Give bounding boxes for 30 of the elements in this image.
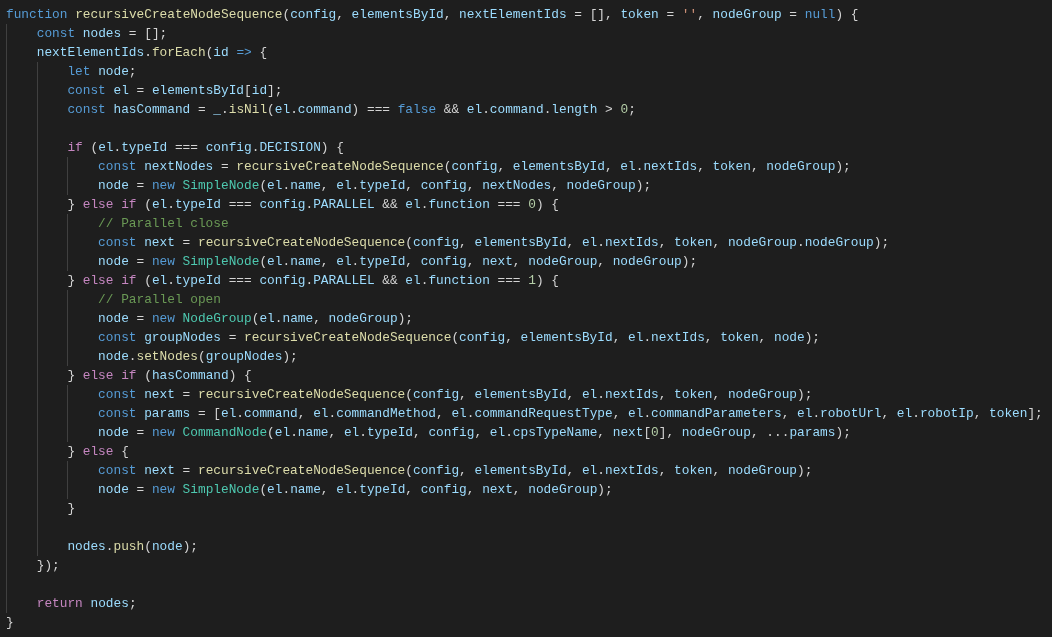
code-line: // Parallel close <box>98 215 229 233</box>
code-line: const hasCommand = _.isNil(el.command) === false && el.command.length > 0; <box>67 101 636 119</box>
code-line: node = new SimpleNode(el.name, el.typeId, config, next, nodeGroup); <box>98 481 613 499</box>
code-line: const next = recursiveCreateNodeSequence(config, elementsById, el.nextIds, token, nodeGroup); <box>98 386 813 404</box>
code-line: const next = recursiveCreateNodeSequence(config, elementsById, el.nextIds, token, nodeGroup); <box>98 462 813 480</box>
code-line: nextElementIds.forEach(id => { <box>36 44 268 62</box>
code-line: nodes.push(node); <box>67 538 198 556</box>
code-line: } else if (el.typeId === config.PARALLEL && el.function === 1) { <box>67 272 559 290</box>
code-line: const params = [el.command, el.commandMethod, el.commandRequestType, el.commandParameters, el.robotUrl, el.robotIp, token]; <box>98 405 1043 423</box>
code-line: const el = elementsById[id]; <box>67 82 283 100</box>
code-line: node = new SimpleNode(el.name, el.typeId, config, next, nodeGroup, nodeGroup); <box>98 253 698 271</box>
code-line: const groupNodes = recursiveCreateNodeSequence(config, elementsById, el.nextIds, token, node); <box>98 329 821 347</box>
code-line: let node; <box>67 63 137 81</box>
code-line: } else if (el.typeId === config.PARALLEL && el.function === 0) { <box>67 196 559 214</box>
code-line: const next = recursiveCreateNodeSequence(config, elementsById, el.nextIds, token, nodeGroup.nodeGroup); <box>98 234 890 252</box>
code-line: // Parallel open <box>98 291 221 309</box>
code-line: const nodes = []; <box>36 25 168 43</box>
code-line: function recursiveCreateNodeSequence(config, elementsById, nextElementIds = [], token = '', nodeGroup = null) { <box>6 6 859 24</box>
code-line: } else { <box>67 443 129 461</box>
code-line: } <box>6 614 14 632</box>
code-line: return nodes; <box>36 595 137 613</box>
code-line: node = new SimpleNode(el.name, el.typeId, config, nextNodes, nodeGroup); <box>98 177 652 195</box>
code-line: node.setNodes(groupNodes); <box>98 348 298 366</box>
code-line: } else if (hasCommand) { <box>67 367 252 385</box>
code-line: node = new NodeGroup(el.name, nodeGroup); <box>98 310 413 328</box>
code-line: node = new CommandNode(el.name, el.typeId, config, el.cpsTypeName, next[0], nodeGroup, ...params); <box>98 424 851 442</box>
code-line: if (el.typeId === config.DECISION) { <box>67 139 344 157</box>
code-line: const nextNodes = recursiveCreateNodeSequence(config, elementsById, el.nextIds, token, nodeGroup); <box>98 158 851 176</box>
code-line: }); <box>36 557 60 575</box>
code-line: } <box>67 500 76 518</box>
